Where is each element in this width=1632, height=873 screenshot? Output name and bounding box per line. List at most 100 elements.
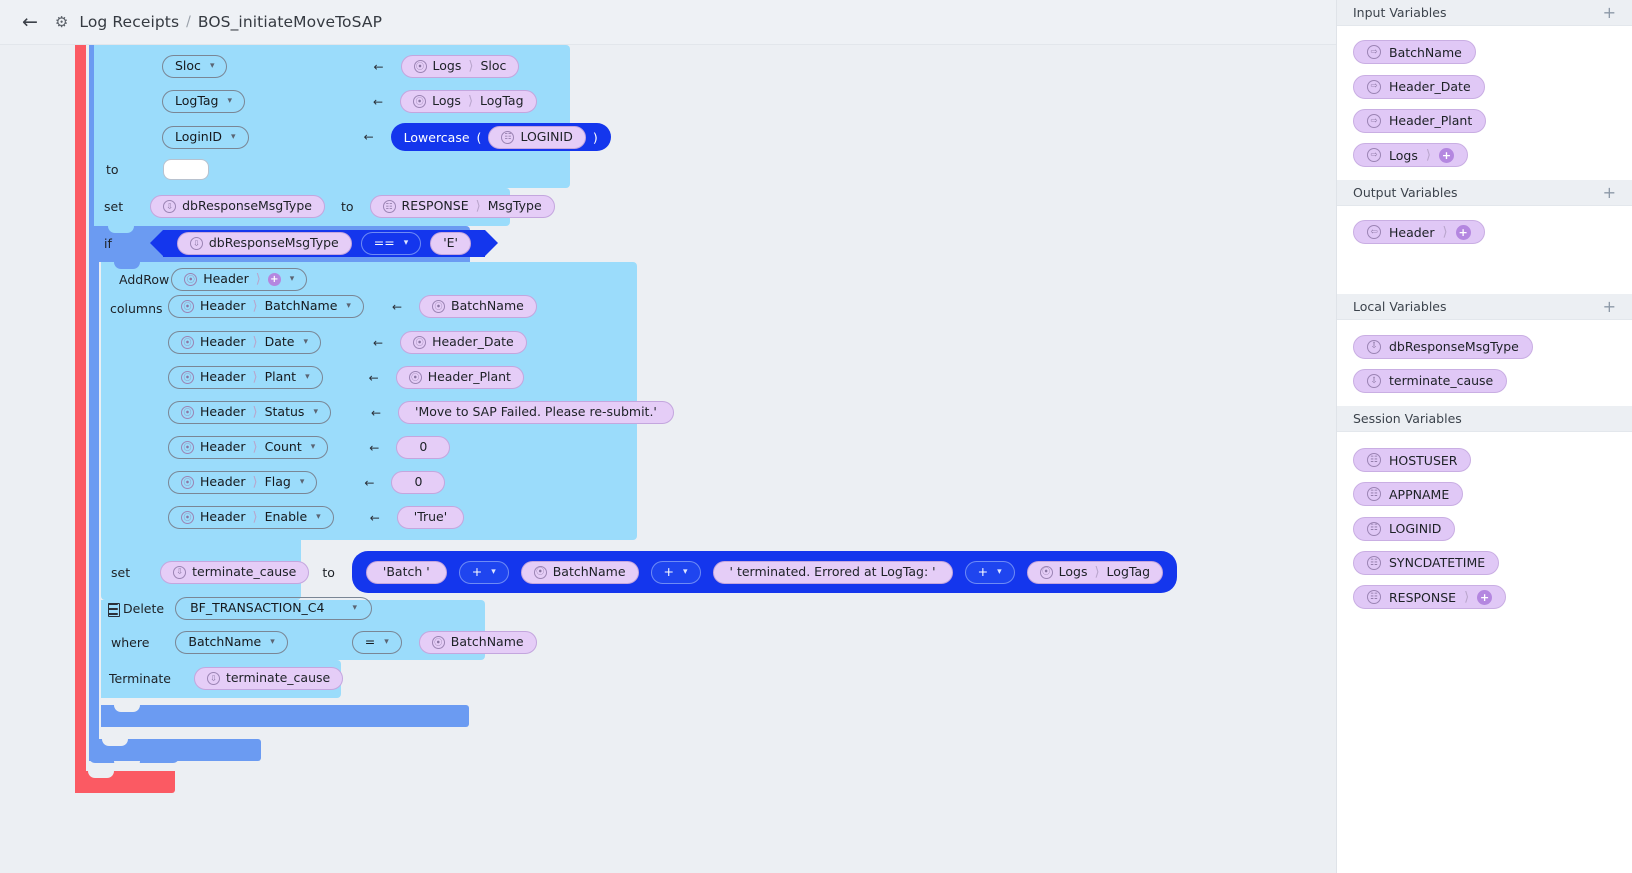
addrow-column-value-chip[interactable]: ⦿ Header_Plant: [395, 366, 524, 389]
set-source-value-chip[interactable]: ☷ RESPONSE ⟩ MsgType: [369, 195, 555, 218]
addrow-column-row[interactable]: ⦿ Header ⟩ Status ▾ ← 'Move to SAP Faile…: [168, 401, 674, 424]
addrow-column-value-chip[interactable]: ⦿ BatchName: [419, 295, 537, 318]
expand-variable-icon[interactable]: +: [1455, 224, 1471, 240]
addrow-column-value-chip[interactable]: 0: [396, 436, 451, 459]
addrow-column-row[interactable]: ⦿ Header ⟩ Enable ▾ ← 'True': [168, 506, 465, 529]
chevron-down-icon[interactable]: ▾: [997, 567, 1002, 577]
add-local-variable-icon[interactable]: +: [1603, 298, 1616, 315]
add-input-variable-icon[interactable]: +: [1603, 4, 1616, 21]
assign-to-row[interactable]: to: [106, 159, 209, 180]
addrow-column-value-chip[interactable]: ⦿ Header_Date: [400, 331, 527, 354]
expr-operator-chip[interactable]: + ▾: [964, 560, 1015, 584]
else-branch-bar[interactable]: [101, 705, 469, 727]
chevron-down-icon[interactable]: ▾: [290, 275, 295, 284]
addrow-column-value-chip[interactable]: 0: [391, 471, 446, 494]
addrow-column-value-chip[interactable]: 'True': [396, 506, 465, 529]
expr-literal-chip[interactable]: ' terminated. Errored at LogTag: ': [712, 560, 953, 584]
variable-chip-header[interactable]: ⇦ Header ⟩ +: [1353, 220, 1485, 245]
addrow-column-field-chip[interactable]: ⦿ Header ⟩ Date ▾: [168, 331, 322, 354]
set-variable-row[interactable]: set ⇩ dbResponseMsgType to ☷ RESPONSE ⟩ …: [104, 195, 555, 218]
chevron-down-icon[interactable]: ▾: [270, 638, 275, 647]
chevron-down-icon[interactable]: ▾: [352, 604, 357, 613]
mapping-source-field[interactable]: ⦿ Logs ⟩ Sloc: [400, 55, 520, 78]
where-operator-chip[interactable]: = ▾: [351, 631, 402, 654]
chevron-down-icon[interactable]: ▾: [491, 567, 496, 577]
addrow-column-row[interactable]: ⦿ Header ⟩ Flag ▾ ← 0: [168, 471, 446, 494]
breadcrumb-app-name[interactable]: Log Receipts: [79, 13, 179, 31]
variable-chip-header-date[interactable]: ⇨ Header_Date: [1353, 74, 1485, 99]
addrow-column-row[interactable]: ⦿ Header ⟩ Date ▾ ← ⦿ Header_Date: [168, 331, 527, 354]
expand-variable-icon[interactable]: +: [1477, 589, 1493, 605]
addrow-header-row[interactable]: AddRow ⦿ Header ⟩ + ▾: [119, 268, 308, 291]
chevron-down-icon[interactable]: ▾: [346, 302, 351, 311]
terminate-row[interactable]: Terminate ⇩ terminate_cause: [109, 667, 344, 690]
chevron-down-icon[interactable]: ▾: [305, 373, 310, 382]
variable-chip-terminate-cause[interactable]: ⇩ terminate_cause: [1353, 368, 1508, 393]
variable-chip-header-plant[interactable]: ⇨ Header_Plant: [1353, 108, 1487, 133]
add-output-variable-icon[interactable]: +: [1603, 184, 1616, 201]
add-field-icon[interactable]: +: [267, 273, 281, 286]
mapping-target-field[interactable]: LogTag ▾: [162, 90, 246, 113]
breadcrumb-flow-name[interactable]: BOS_initiateMoveToSAP: [198, 13, 382, 31]
delete-header-row[interactable]: Delete BF_TRANSACTION_C4 ▾: [108, 597, 373, 620]
addrow-column-field-chip[interactable]: ⦿ Header ⟩ Count ▾: [168, 436, 329, 459]
variable-chip-loginid[interactable]: ☷ LOGINID: [1353, 516, 1456, 541]
addrow-column-field-chip[interactable]: ⦿ Header ⟩ Enable ▾: [168, 506, 334, 529]
chevron-down-icon[interactable]: ▾: [303, 338, 308, 347]
chevron-down-icon[interactable]: ▾: [384, 638, 389, 647]
if-operator-chip[interactable]: == ▾: [360, 232, 422, 255]
delete-where-row[interactable]: where BatchName ▾ = ▾ ⦿ BatchName: [111, 631, 537, 654]
expr-operator-chip[interactable]: + ▾: [458, 560, 509, 584]
chevron-down-icon[interactable]: ▾: [316, 513, 321, 522]
if-left-operand-chip[interactable]: ⇩ dbResponseMsgType: [176, 232, 352, 255]
if-right-operand-chip[interactable]: 'E': [430, 232, 471, 255]
addrow-column-row[interactable]: ⦿ Header ⟩ BatchName ▾ ← ⦿ BatchName: [168, 295, 537, 318]
mapping-target-field[interactable]: Sloc ▾: [162, 55, 228, 78]
addrow-column-row[interactable]: ⦿ Header ⟩ Count ▾ ← 0: [168, 436, 451, 459]
addrow-column-field-chip[interactable]: ⦿ Header ⟩ Flag ▾: [168, 471, 318, 494]
chevron-down-icon[interactable]: ▾: [313, 408, 318, 417]
flow-canvas[interactable]: Sloc ▾ ← ⦿ Logs ⟩ Sloc LogTag ▾ ← ⦿ Logs…: [0, 45, 1336, 873]
expr-field-chip[interactable]: ⦿ Logs ⟩ LogTag: [1026, 560, 1164, 584]
gear-icon[interactable]: ⚙: [55, 14, 68, 30]
addrow-column-row[interactable]: ⦿ Header ⟩ Plant ▾ ← ⦿ Header_Plant: [168, 366, 524, 389]
terminate-variable-chip[interactable]: ⇩ terminate_cause: [193, 667, 344, 690]
variable-chip-logs[interactable]: ⇨ Logs ⟩ +: [1353, 143, 1468, 167]
assign-to-input[interactable]: [162, 159, 209, 180]
addrow-column-value-chip[interactable]: 'Move to SAP Failed. Please re-submit.': [398, 401, 674, 424]
function-argument-chip[interactable]: ☷ LOGINID: [488, 125, 586, 149]
set-terminate-cause-row[interactable]: set ⇩ terminate_cause to 'Batch ' + ▾ ⦿ …: [111, 551, 1178, 593]
mapping-source-field[interactable]: ⦿ Logs ⟩ LogTag: [400, 90, 537, 113]
expr-variable-chip[interactable]: ⦿ BatchName: [520, 560, 639, 584]
back-arrow-icon[interactable]: ←: [22, 12, 38, 32]
set-target-variable-chip[interactable]: ⇩ dbResponseMsgType: [150, 195, 325, 218]
expr-operator-chip[interactable]: + ▾: [650, 560, 701, 584]
mapping-row[interactable]: Sloc ▾ ← ⦿ Logs ⟩ Sloc: [162, 55, 520, 78]
expr-literal-chip[interactable]: 'Batch ': [365, 560, 447, 584]
variable-chip-dbresponsemsgtype[interactable]: ⇩ dbResponseMsgType: [1353, 334, 1533, 359]
lowercase-function-block[interactable]: Lowercase ( ☷ LOGINID ): [390, 123, 611, 151]
addrow-column-field-chip[interactable]: ⦿ Header ⟩ BatchName ▾: [168, 295, 364, 318]
addrow-column-field-chip[interactable]: ⦿ Header ⟩ Status ▾: [168, 401, 331, 424]
concatenation-expression-block[interactable]: 'Batch ' + ▾ ⦿ BatchName + ▾ ' terminate…: [351, 551, 1178, 593]
mapping-row[interactable]: LogTag ▾ ← ⦿ Logs ⟩ LogTag: [162, 90, 537, 113]
set-target-variable-chip[interactable]: ⇩ terminate_cause: [160, 560, 310, 584]
variable-chip-syncdatetime[interactable]: ☷ SYNCDATETIME: [1353, 550, 1500, 575]
variable-chip-batchname[interactable]: ⇨ BatchName: [1353, 40, 1476, 65]
addrow-column-field-chip[interactable]: ⦿ Header ⟩ Plant ▾: [168, 366, 323, 389]
variable-chip-response[interactable]: ☷ RESPONSE ⟩ +: [1353, 585, 1507, 609]
delete-table-chip[interactable]: BF_TRANSACTION_C4 ▾: [175, 597, 373, 620]
chevron-down-icon[interactable]: ▾: [210, 62, 215, 71]
chevron-down-icon[interactable]: ▾: [683, 567, 688, 577]
variable-chip-hostuser[interactable]: ☷ HOSTUSER: [1353, 448, 1472, 472]
where-field-chip[interactable]: BatchName ▾: [175, 631, 288, 654]
where-value-chip[interactable]: ⦿ BatchName: [418, 631, 537, 654]
chevron-down-icon[interactable]: ▾: [404, 239, 409, 248]
expand-variable-icon[interactable]: +: [1438, 147, 1454, 163]
chevron-down-icon[interactable]: ▾: [311, 443, 316, 452]
addrow-table-chip[interactable]: ⦿ Header ⟩ + ▾: [171, 268, 308, 291]
chevron-down-icon[interactable]: ▾: [228, 97, 233, 106]
mapping-target-field[interactable]: LoginID ▾: [162, 125, 249, 149]
if-condition-expression[interactable]: ⇩ dbResponseMsgType == ▾ 'E': [149, 230, 499, 257]
chevron-down-icon[interactable]: ▾: [300, 478, 305, 487]
